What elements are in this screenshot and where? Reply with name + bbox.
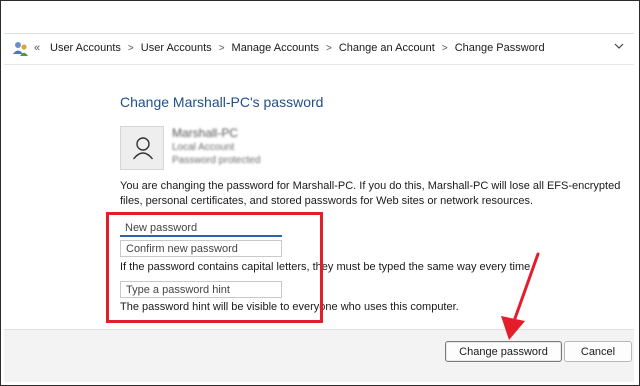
warning-description: You are changing the password for Marsha… [120, 180, 621, 207]
change-password-button[interactable]: Change password [445, 341, 562, 362]
breadcrumb-item-current[interactable]: Change Password [455, 42, 545, 54]
chevron-right-icon[interactable]: > [442, 43, 448, 54]
chevron-right-icon[interactable]: > [326, 43, 332, 54]
chevron-down-icon[interactable] [614, 41, 624, 51]
breadcrumb: User Accounts > User Accounts > Manage Accou… [50, 42, 545, 54]
breadcrumb-item[interactable]: Change an Account [339, 42, 435, 54]
annotation-highlight-box [106, 212, 323, 323]
account-status: Password protected [172, 155, 261, 166]
breadcrumb-item[interactable]: User Accounts [50, 42, 121, 54]
chevron-right-icon[interactable]: > [128, 43, 134, 54]
user-avatar [120, 126, 164, 170]
user-avatar-icon [132, 137, 154, 160]
breadcrumb-item[interactable]: Manage Accounts [232, 42, 319, 54]
account-type: Local Account [172, 142, 235, 153]
page-title: Change Marshall-PC's password [120, 94, 324, 110]
chevron-right-icon[interactable]: > [219, 43, 225, 54]
account-name: Marshall-PC [172, 126, 239, 140]
address-bar[interactable]: « User Accounts > User Accounts > Manage Acc… [4, 33, 634, 65]
user-accounts-icon [12, 41, 30, 57]
breadcrumb-item[interactable]: User Accounts [141, 42, 212, 54]
recent-locations-glyph[interactable]: « [34, 42, 40, 54]
cancel-button[interactable]: Cancel [564, 341, 632, 362]
annotation-arrow [501, 252, 540, 340]
account-info: Marshall-PC Local Account Password prote… [172, 126, 260, 167]
